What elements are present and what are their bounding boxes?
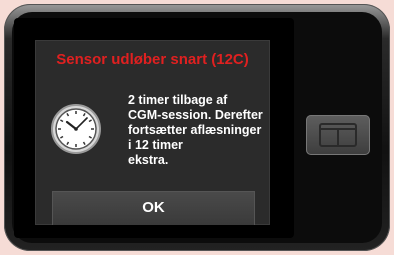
sensor-alert-dialog: Sensor udløber snart (12C) 2 timer tilba… [35,40,270,225]
dialog-title: Sensor udløber snart (12C) [56,51,249,68]
page-background: Sensor udløber snart (12C) 2 timer tilba… [0,0,394,255]
message-line: CGM-session. Derefter [128,108,263,122]
dialog-message: 2 timer tilbage af CGM-session. Derefter… [128,93,268,168]
clock-icon [51,104,101,154]
ok-button[interactable]: OK [52,191,255,225]
message-line: i 12 timer [128,138,183,152]
message-line: ekstra. [128,153,169,167]
t-logo-icon [319,123,357,147]
home-button[interactable] [306,115,370,155]
message-line: fortsætter aflæsninger [128,123,262,137]
message-line: 2 timer tilbage af [128,93,228,107]
